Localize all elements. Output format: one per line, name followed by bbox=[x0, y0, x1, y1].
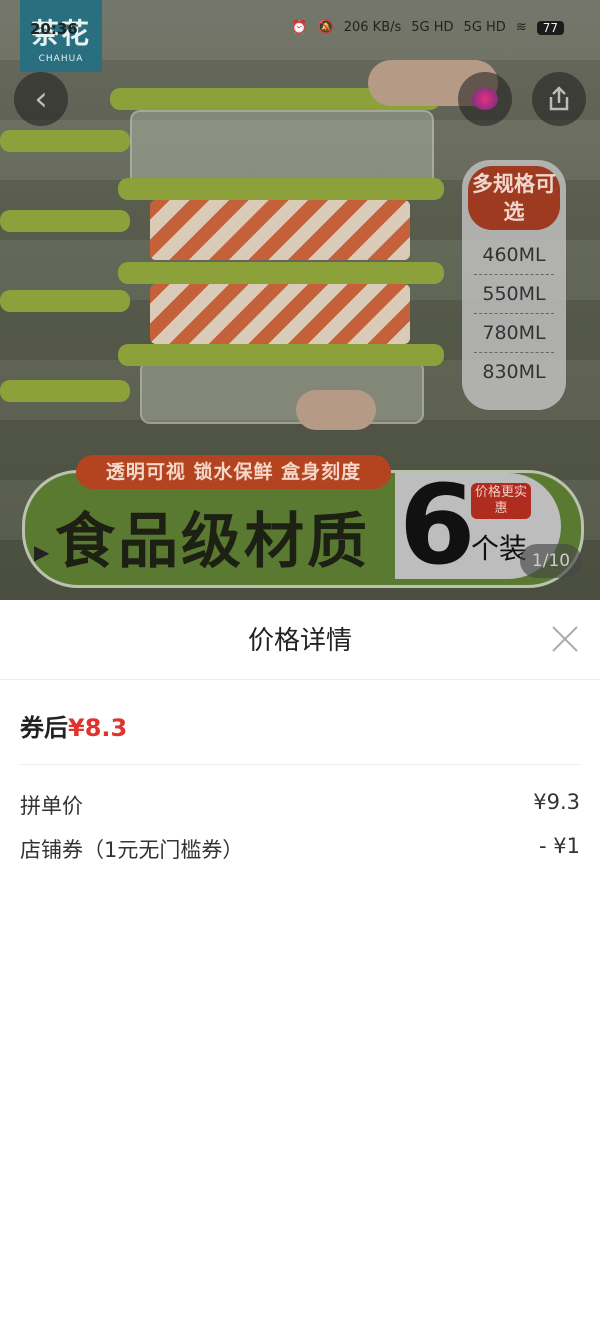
spec-item: 780ML bbox=[474, 314, 554, 353]
spec-item: 460ML bbox=[474, 236, 554, 275]
hand-illustration bbox=[296, 390, 376, 430]
shop-avatar-icon bbox=[472, 88, 498, 110]
after-coupon-value: ¥8.3 bbox=[68, 714, 128, 742]
status-bar: 20:36 ⏰ 🔕 206 KB/s 5G HD 5G HD ≋ 77 bbox=[0, 20, 600, 44]
share-icon bbox=[549, 86, 569, 111]
battery-icon: 77 bbox=[536, 20, 564, 35]
promo-main-text: 食品级材质 bbox=[55, 507, 370, 577]
mute-icon: 🔕 bbox=[317, 20, 334, 35]
status-icons: ⏰ 🔕 206 KB/s 5G HD 5G HD ≋ 77 bbox=[291, 20, 564, 35]
status-time: 20:36 bbox=[30, 20, 78, 38]
container-lid bbox=[118, 178, 444, 200]
promo-tagline: 透明可视 锁水保鲜 盒身刻度 bbox=[76, 455, 391, 489]
spec-title: 多规格可选 bbox=[468, 166, 560, 230]
network-speed: 206 KB/s bbox=[343, 20, 402, 35]
price-tag-badge: 价格更实惠 bbox=[471, 483, 531, 519]
spec-card: 多规格可选 460ML 550ML 780ML 830ML bbox=[462, 160, 566, 410]
after-coupon-label: 券后 bbox=[20, 714, 68, 742]
price-row-value: ¥9.3 bbox=[533, 790, 580, 814]
spec-item: 550ML bbox=[474, 275, 554, 314]
food-illustration bbox=[150, 284, 410, 344]
price-row-value: - ¥1 bbox=[539, 834, 580, 858]
shop-avatar-button[interactable] bbox=[458, 72, 512, 126]
spec-item: 830ML bbox=[482, 361, 546, 383]
container-lid bbox=[0, 380, 130, 402]
chevron-left-icon: ‹ bbox=[34, 79, 48, 119]
brand-logo-sub: CHAHUA bbox=[38, 54, 84, 64]
container-lid bbox=[0, 130, 130, 152]
wifi-icon: ≋ bbox=[515, 20, 527, 35]
product-image-carousel[interactable]: 茶花 CHAHUA 20:36 ⏰ 🔕 206 KB/s 5G HD 5G HD… bbox=[0, 0, 600, 600]
food-illustration bbox=[150, 200, 410, 260]
promo-count-unit: 个装 bbox=[471, 532, 528, 565]
price-row-label: 店铺券（1元无门槛券） bbox=[20, 838, 244, 862]
signal-icon: 5G HD bbox=[463, 20, 506, 35]
back-button[interactable]: ‹ bbox=[14, 72, 68, 126]
sheet-title: 价格详情 bbox=[247, 626, 352, 656]
after-coupon-price: 券后¥8.3 bbox=[20, 708, 127, 743]
share-button[interactable] bbox=[532, 72, 586, 126]
price-detail-sheet: 价格详情 券后¥8.3 拼单价 ¥9.3 店铺券（1元无门槛券） - ¥1 bbox=[0, 600, 600, 1333]
image-counter: 1/10 bbox=[520, 544, 582, 578]
price-row-label: 拼单价 bbox=[20, 794, 83, 818]
container-lid bbox=[0, 210, 130, 232]
container-lid bbox=[118, 344, 444, 366]
container-lid bbox=[0, 290, 130, 312]
play-icon[interactable]: ▶ bbox=[34, 540, 49, 564]
divider bbox=[20, 764, 580, 765]
container-illustration bbox=[140, 360, 424, 424]
promo-count-number: 6 bbox=[399, 461, 476, 589]
close-icon[interactable] bbox=[548, 622, 582, 656]
container-lid bbox=[118, 262, 444, 284]
signal-icon: 5G HD bbox=[411, 20, 454, 35]
sheet-header: 价格详情 bbox=[0, 600, 600, 680]
alarm-icon: ⏰ bbox=[291, 20, 308, 35]
